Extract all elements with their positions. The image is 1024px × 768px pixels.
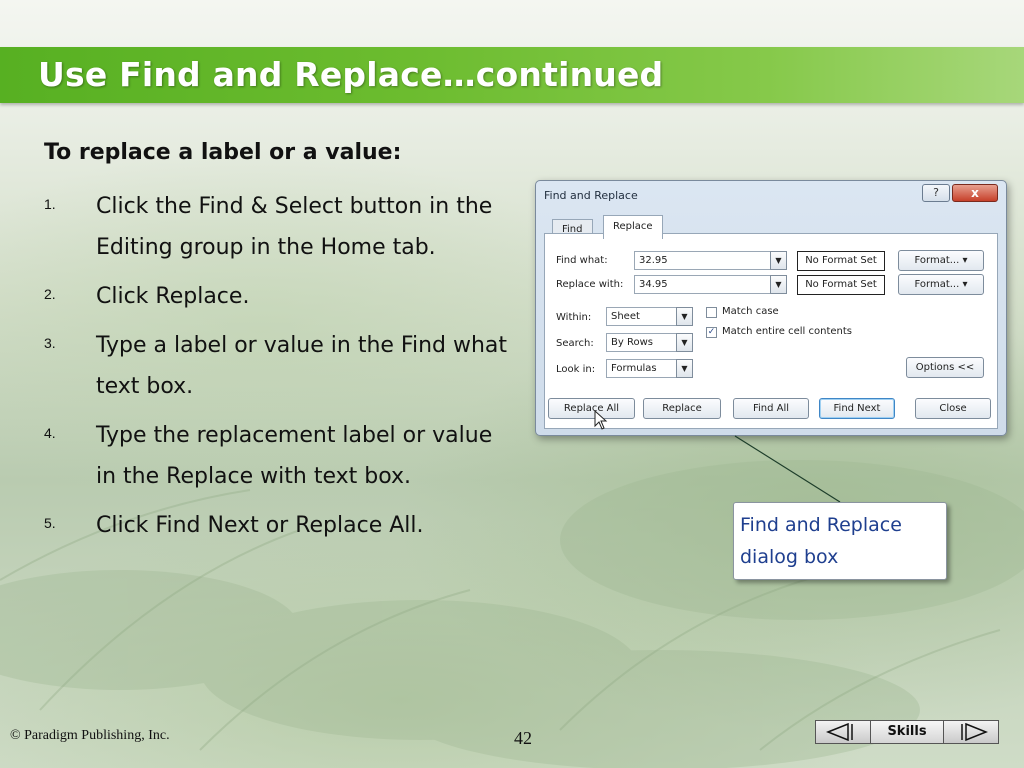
skills-button[interactable]: Skills [871, 720, 943, 744]
arrow-left-icon [826, 723, 853, 741]
slide-title: Use Find and Replace…continued [38, 55, 664, 94]
look-in-label: Look in: [556, 364, 596, 375]
within-select[interactable]: Sheet [606, 307, 678, 326]
tab-replace-label: Replace [613, 221, 653, 232]
help-button[interactable]: ? [922, 184, 950, 202]
callout-text: Find and Replace dialog box [740, 514, 902, 568]
find-format-button[interactable]: Format... ▾ [898, 250, 984, 271]
find-what-dropdown[interactable]: ▼ [770, 251, 787, 270]
options-button[interactable]: Options << [906, 357, 984, 378]
match-case-label: Match case [722, 306, 779, 317]
within-dropdown[interactable]: ▼ [676, 307, 693, 326]
match-entire-label: Match entire cell contents [722, 326, 852, 337]
instructions-heading: To replace a label or a value: [44, 140, 402, 165]
page-number: 42 [514, 728, 532, 748]
step-text: Click Find Next or Replace All. [96, 513, 424, 538]
find-format-button-label: Format... [914, 255, 960, 266]
match-case-checkbox[interactable] [706, 307, 717, 318]
step-item: 4. Type the replacement label or value i… [44, 415, 514, 497]
step-item: 3. Type a label or value in the Find wha… [44, 325, 514, 407]
step-item: 5. Click Find Next or Replace All. [44, 505, 514, 546]
slide-navigation: Skills [815, 720, 999, 744]
step-text: Click the Find & Select button in the Ed… [96, 194, 493, 260]
step-number: 1. [44, 196, 56, 212]
step-item: 1. Click the Find & Select button in the… [44, 186, 514, 268]
find-next-button[interactable]: Find Next [819, 398, 895, 419]
find-replace-dialog: Find and Replace ? x Find Replace Find w… [535, 180, 1007, 436]
search-label: Search: [556, 338, 594, 349]
step-number: 4. [44, 425, 56, 441]
step-number: 3. [44, 335, 56, 351]
replace-format-button-label: Format... [914, 279, 960, 290]
next-button[interactable] [943, 720, 999, 744]
dialog-title: Find and Replace [544, 189, 638, 202]
steps-list: 1. Click the Find & Select button in the… [44, 186, 514, 554]
copyright-text: © Paradigm Publishing, Inc. [10, 728, 170, 743]
replace-button[interactable]: Replace [643, 398, 721, 419]
step-text: Click Replace. [96, 284, 250, 309]
replace-all-button[interactable]: Replace All [548, 398, 635, 419]
replace-format-button[interactable]: Format... ▾ [898, 274, 984, 295]
close-button[interactable]: Close [915, 398, 991, 419]
find-what-input[interactable]: 32.95 [634, 251, 775, 270]
step-text: Type a label or value in the Find what t… [96, 333, 508, 399]
find-all-button[interactable]: Find All [733, 398, 809, 419]
replace-with-input[interactable]: 34.95 [634, 275, 775, 294]
dialog-controls: ? x [922, 184, 998, 202]
step-text: Type the replacement label or value in t… [96, 423, 493, 489]
replace-with-dropdown[interactable]: ▼ [770, 275, 787, 294]
within-label: Within: [556, 312, 592, 323]
step-number: 5. [44, 515, 56, 531]
window-close-button[interactable]: x [952, 184, 998, 202]
find-format-preview: No Format Set [797, 251, 885, 271]
search-dropdown[interactable]: ▼ [676, 333, 693, 352]
tab-replace[interactable]: Replace [603, 215, 663, 239]
match-entire-checkbox[interactable]: ✓ [706, 327, 717, 338]
arrow-right-icon [961, 723, 988, 741]
mouse-cursor-icon [594, 410, 608, 430]
step-number: 2. [44, 286, 56, 302]
search-select[interactable]: By Rows [606, 333, 678, 352]
replace-with-label: Replace with: [556, 279, 624, 290]
find-what-label: Find what: [556, 255, 608, 266]
look-in-select[interactable]: Formulas [606, 359, 678, 378]
previous-button[interactable] [815, 720, 871, 744]
step-item: 2. Click Replace. [44, 276, 514, 317]
look-in-dropdown[interactable]: ▼ [676, 359, 693, 378]
replace-format-preview: No Format Set [797, 275, 885, 295]
callout-box: Find and Replace dialog box [733, 502, 947, 580]
